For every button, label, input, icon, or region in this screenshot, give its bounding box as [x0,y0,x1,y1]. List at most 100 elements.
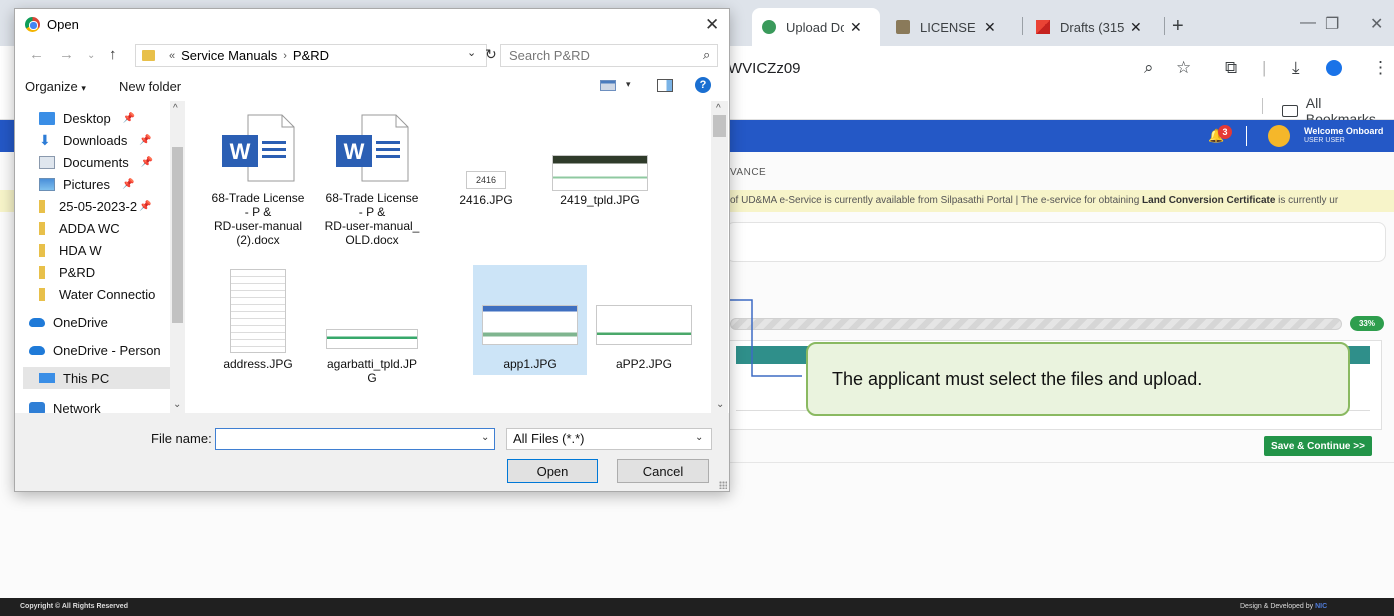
close-tab-icon[interactable]: ✕ [850,19,862,36]
folder-icon [1282,105,1298,117]
scroll-down-icon[interactable]: ⌄ [716,399,724,410]
sidebar-item-this-pc[interactable]: This PC [23,367,171,389]
breadcrumb-item[interactable]: P&RD [293,48,329,63]
save-continue-button[interactable]: Save & Continue >> [1264,436,1372,456]
view-options-icon[interactable] [600,80,616,91]
chrome-icon [25,17,40,32]
zoom-icon[interactable]: ⌕ [1144,58,1154,78]
url-text[interactable]: WVICZz09 [728,60,801,77]
callout-text: The applicant must select the files and … [832,368,1203,389]
file-item[interactable]: W 68-Trade License - P & RD-user-manual … [201,109,315,259]
new-folder-button[interactable]: New folder [119,79,181,94]
search-input[interactable]: Search P&RD [500,44,718,67]
designed-by: Design & Developed by NIC [1240,603,1327,610]
minimize-icon[interactable]: — [1300,14,1316,32]
avatar[interactable] [1268,125,1290,147]
cloud-icon [29,317,45,327]
overflow-chevron-icon[interactable]: « [169,50,175,62]
sidebar-item-downloads[interactable]: ⬇ Downloads 📌 [39,129,152,151]
breadcrumb-item[interactable]: Service Manuals [181,48,277,63]
chevron-down-icon[interactable]: ⌄ [467,46,476,59]
sidebar-item-onedrive[interactable]: OneDrive [29,311,108,333]
file-item[interactable]: agarbatti_tpld.JP G [315,265,429,387]
breadcrumb[interactable]: « Service Manuals › P&RD [135,44,487,67]
back-arrow-icon[interactable]: ← [29,46,44,63]
image-thumbnail [596,305,692,345]
tab-upload-docs[interactable]: Upload Dc ✕ [752,8,880,46]
file-item[interactable]: aPP2.JPG [587,265,701,387]
file-item[interactable]: 2419_tpld.JPG [543,109,657,231]
window-close-icon[interactable]: ✕ [1370,14,1383,34]
more-menu-icon[interactable]: ⋮ [1372,58,1389,78]
svg-text:W: W [344,139,365,164]
sidebar-item-label: OneDrive - Person [53,342,161,358]
file-list-scroll-thumb[interactable] [713,115,726,137]
sidebar-item-onedrive-personal[interactable]: OneDrive - Person [29,339,171,361]
file-name: 2416.JPG [459,193,513,207]
file-list-scrollbar[interactable] [711,101,728,413]
close-tab-icon[interactable]: ✕ [1130,19,1142,36]
navigation-pane: Desktop 📌 ⬇ Downloads 📌 Documents 📌 Pict… [15,101,187,416]
file-item[interactable]: 2416 2416.JPG [429,109,543,231]
dialog-close-icon[interactable]: ✕ [705,15,719,35]
scroll-up-icon[interactable]: ^ [173,103,178,114]
help-icon[interactable]: ? [695,77,711,93]
file-type-select[interactable]: All Files (*.*) [506,428,712,450]
profile-icon[interactable] [1326,60,1342,76]
refresh-icon[interactable]: ↻ [485,46,497,63]
sidebar-item-folder[interactable]: ADDA WC [39,217,120,239]
recent-dropdown-icon[interactable]: ⌄ [87,50,95,61]
file-item[interactable]: W 68-Trade License - P & RD-user-manual_… [315,109,429,259]
chevron-down-icon[interactable]: ▾ [626,79,631,90]
image-thumbnail: 2416 [466,171,506,189]
scroll-up-icon[interactable]: ^ [716,103,721,114]
ticker-bold: Land Conversion Certificate [1142,195,1276,206]
sidebar-item-documents[interactable]: Documents 📌 [39,151,153,173]
sidebar-item-pictures[interactable]: Pictures 📌 [39,173,134,195]
desktop-icon [39,111,55,125]
file-item-selected[interactable]: app1.JPG [473,265,587,375]
sidebar-item-folder[interactable]: P&RD [39,261,95,283]
image-thumbnail [482,305,578,345]
new-tab-button[interactable]: + [1172,16,1184,36]
sidebar-item-folder[interactable]: 25-05-2023-2 📌 [39,195,171,217]
restore-icon[interactable]: ❐ [1325,14,1339,34]
resize-grip[interactable] [719,481,727,489]
folder-icon [39,287,45,301]
sidebar-item-label: Water Connectio [59,286,156,302]
chevron-down-icon[interactable]: ⌄ [481,432,489,443]
sidebar-item-folder[interactable]: Water Connectio [39,283,171,305]
toolbar-separator: | [1262,58,1267,77]
preview-pane-icon[interactable] [657,79,673,92]
download-arrow-icon: ⬇ [39,131,51,148]
file-name-field[interactable] [215,428,495,450]
bookmark-star-icon[interactable]: ☆ [1176,58,1191,78]
file-name: (2).docx [236,233,280,247]
up-arrow-icon[interactable]: ↑ [109,46,117,63]
search-icon[interactable]: ⌕ [703,47,710,63]
ticker-text: of UD&MA e-Service is currently availabl… [730,195,1143,206]
sidebar-item-desktop[interactable]: Desktop 📌 [39,107,135,129]
sidebar-scroll-thumb[interactable] [172,147,183,323]
extensions-icon[interactable]: ⧉ [1225,58,1237,78]
folder-icon [39,265,45,279]
file-item[interactable]: address.JPG [201,265,315,387]
dialog-footer: File name: ⌄ All Files (*.*) ⌄ Open Canc… [15,413,729,491]
organize-menu[interactable]: Organize ▾ [25,79,86,94]
tab-license[interactable]: LICENSE U ✕ [886,8,1014,46]
tab-gmail-drafts[interactable]: Drafts (315 ✕ [1026,8,1162,46]
chevron-right-icon[interactable]: › [283,50,287,62]
scroll-down-icon[interactable]: ⌄ [173,399,181,410]
open-button[interactable]: Open [507,459,598,483]
dialog-title: Open [47,17,79,32]
chevron-down-icon[interactable]: ⌄ [695,432,703,443]
menu-item[interactable]: VANCE [730,167,766,178]
download-icon[interactable]: ⤓ [1292,58,1300,78]
close-tab-icon[interactable]: ✕ [984,19,996,36]
cancel-button[interactable]: Cancel [617,459,709,483]
file-name: 68-Trade License [211,191,305,205]
cloud-icon [29,345,45,355]
welcome-menu[interactable]: Welcome Onboard USER USER [1304,126,1383,146]
forward-arrow-icon[interactable]: → [59,46,74,63]
sidebar-item-folder[interactable]: HDA W [39,239,102,261]
